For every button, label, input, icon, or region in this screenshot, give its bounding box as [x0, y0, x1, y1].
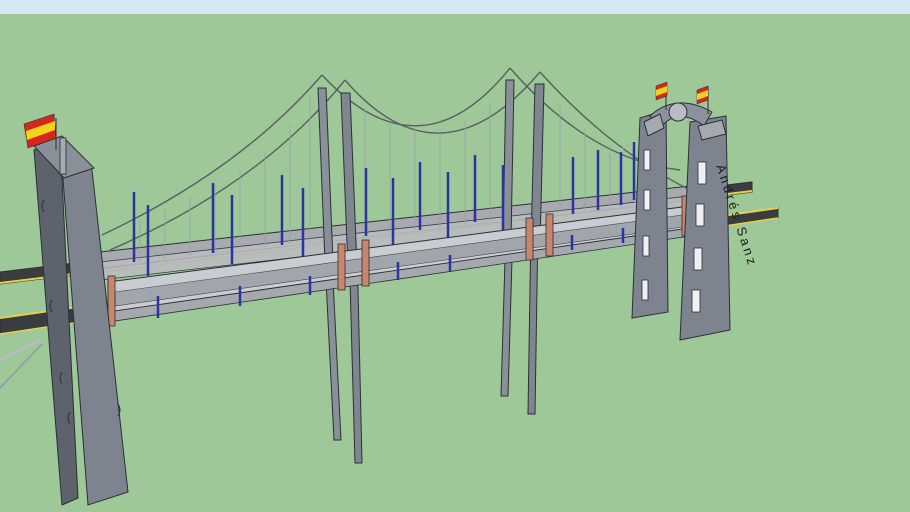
- right-gate-tower: Andrés Sanz: [631, 81, 761, 341]
- sketchup-bridge-model: Andrés Sanz: [0, 0, 910, 512]
- gate-left-leg: [631, 109, 669, 319]
- window: [643, 149, 651, 171]
- lamp-arm: [419, 154, 433, 163]
- cross-beam: [545, 213, 554, 257]
- lamp-arm: [365, 160, 379, 169]
- window: [691, 289, 701, 313]
- window: [643, 189, 651, 211]
- cross-beam: [337, 243, 346, 291]
- window: [642, 235, 650, 257]
- gate-emblem: [668, 102, 688, 122]
- cross-beam: [361, 239, 370, 287]
- lamp-arm: [572, 149, 586, 158]
- lamp-arm: [474, 147, 488, 156]
- main-cable-front-right: [539, 71, 691, 191]
- lamp-arm: [133, 184, 147, 193]
- window: [695, 203, 705, 227]
- window: [693, 247, 703, 271]
- cross-beam: [525, 217, 534, 261]
- gate-right-leg: [679, 115, 731, 341]
- lamp-arm: [212, 175, 226, 184]
- lamp-arm: [281, 167, 295, 176]
- window: [697, 161, 707, 185]
- window: [641, 279, 649, 301]
- lamp-heads: [133, 144, 634, 193]
- left-tower-post: [59, 137, 67, 175]
- bridge-drawing: Andrés Sanz: [0, 67, 779, 506]
- access-ramp-rail: [0, 338, 41, 362]
